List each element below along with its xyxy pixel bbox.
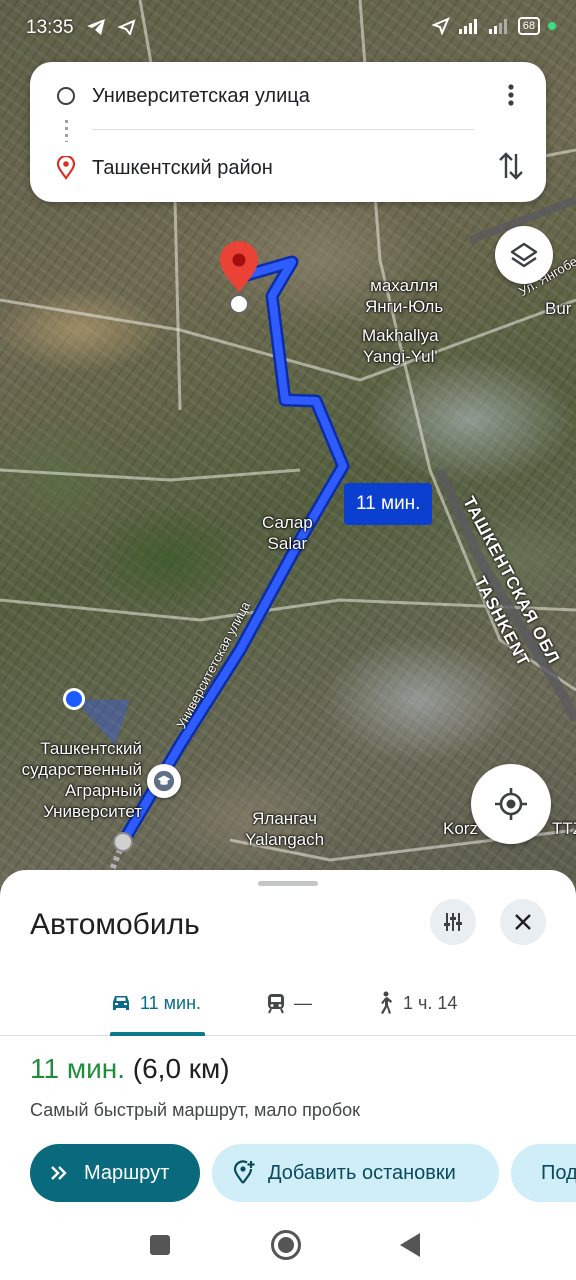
tab-driving-label: 11 мин. [140, 992, 202, 1013]
map-label-yalangach: Ялангач Yalangach [245, 809, 325, 849]
route-button-label: Маршрут [84, 1161, 170, 1184]
user-location-dot [66, 691, 82, 707]
school-icon [153, 770, 175, 792]
route-options-button[interactable] [430, 899, 476, 945]
status-icons: 68 [431, 17, 556, 35]
status-bar: 13:35 68 [0, 0, 576, 56]
destination-text: Ташкентский район [92, 156, 273, 179]
tab-walking-label: 1 ч. 14 [403, 992, 458, 1013]
destination-pin-icon [220, 241, 258, 292]
charging-dot [548, 22, 556, 30]
map-road [0, 468, 301, 482]
back-button[interactable] [400, 1233, 420, 1257]
map-label-university: Ташкентский сударственный Аграрный Универси… [21, 739, 142, 821]
map-label-bur: Bur [545, 299, 572, 318]
route-divider [92, 129, 474, 130]
battery-level: 68 [517, 17, 540, 35]
route-description: Самый быстрый маршрут, мало пробок [30, 1100, 361, 1120]
travel-mode-tabs: 11 мин. — 1 ч. 14 [0, 970, 576, 1036]
home-button[interactable] [271, 1230, 301, 1260]
summary-time: 11 мин. [30, 1053, 125, 1084]
origin-text: Университетская улица [92, 84, 310, 107]
send-icon [118, 19, 136, 35]
my-location-icon [495, 788, 527, 820]
layers-button[interactable] [495, 226, 553, 284]
summary-distance: (6,0 км) [132, 1053, 230, 1084]
map-label-ttz: TTZ [552, 819, 576, 838]
tab-walking[interactable]: 1 ч. 14 [375, 970, 457, 1036]
map-road [0, 298, 576, 382]
tune-icon [444, 913, 462, 931]
destination-row[interactable]: Ташкентский район [30, 138, 546, 198]
route-start-point [113, 832, 133, 852]
add-stops-button[interactable]: Добавить остановки [212, 1144, 499, 1202]
origin-circle-icon [57, 87, 75, 105]
route-summary: 11 мин. (6,0 км) [30, 1053, 230, 1085]
walk-icon [381, 991, 392, 1014]
share-label: Поделиться [541, 1161, 576, 1184]
telegram-icon [87, 19, 105, 35]
close-icon [515, 914, 531, 930]
route-time-chip[interactable]: 11 мин. [344, 483, 433, 525]
active-tab-indicator [110, 1032, 205, 1036]
map-label-salar: Салар Salar [262, 513, 313, 553]
close-button[interactable] [500, 899, 546, 945]
origin-row[interactable]: Университетская улица [30, 66, 546, 126]
sheet-drag-handle[interactable] [258, 881, 318, 886]
sheet-title: Автомобиль [30, 908, 200, 941]
action-buttons: Маршрут Добавить остановки Поделиться [30, 1144, 576, 1202]
add-stops-label: Добавить остановки [268, 1161, 456, 1184]
share-button[interactable]: Поделиться [511, 1144, 576, 1202]
map-label-mahalla-ru: махалля Янги-Юль [365, 276, 444, 316]
recents-button[interactable] [150, 1235, 170, 1255]
add-location-icon [233, 1160, 255, 1184]
signal-icon [458, 19, 477, 34]
university-marker[interactable] [147, 764, 181, 798]
map-label-korz: Korz [443, 819, 478, 838]
map-label-mahalla-en: Makhallya Yangi-Yul' [362, 326, 439, 366]
car-icon [113, 996, 129, 1010]
swap-vert-icon [499, 152, 523, 180]
layers-icon [510, 242, 538, 268]
route-card: Университетская улица Ташкентский район [30, 62, 546, 202]
tab-driving[interactable]: 11 мин. [110, 970, 201, 1036]
swap-route-button[interactable] [496, 148, 526, 184]
more-vert-icon [508, 84, 514, 106]
double-chevron-right-icon [51, 1166, 67, 1180]
route-end-point [229, 294, 249, 314]
location-arrow-icon [431, 17, 450, 35]
status-time: 13:35 [26, 17, 74, 38]
my-location-button[interactable] [471, 764, 551, 844]
tab-transit[interactable]: — [266, 970, 312, 1036]
system-nav-bar [0, 1208, 576, 1280]
more-options-button[interactable] [496, 80, 526, 110]
destination-pin-small-icon [56, 156, 76, 180]
tab-transit-label: — [294, 992, 312, 1013]
signal-icon-2 [488, 19, 507, 34]
route-button[interactable]: Маршрут [30, 1144, 200, 1202]
train-icon [268, 994, 284, 1014]
